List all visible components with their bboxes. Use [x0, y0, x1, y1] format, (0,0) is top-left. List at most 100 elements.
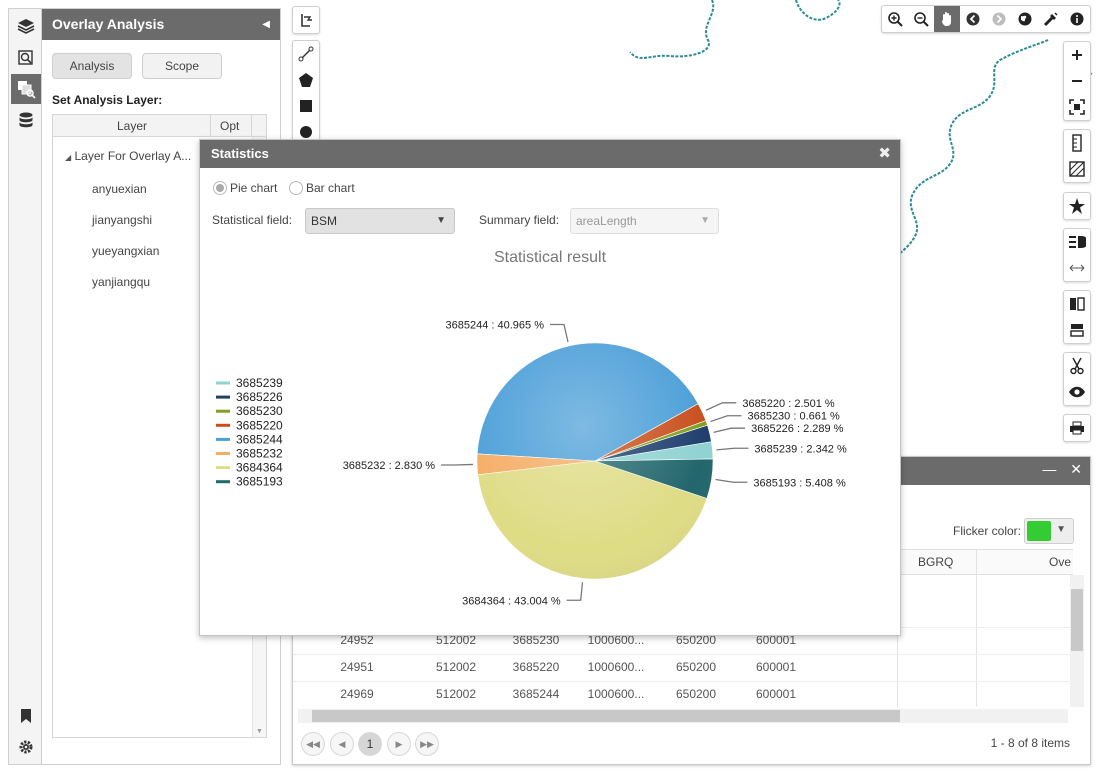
- zoom-in-icon[interactable]: [882, 6, 908, 32]
- tree-root-label: Layer For Overlay A...: [74, 149, 192, 163]
- favorite-icon[interactable]: [1064, 193, 1090, 219]
- pie-chart: 3685239 : 2.342 %3685226 : 2.289 %368523…: [216, 319, 847, 607]
- flicker-color-select[interactable]: ▼: [1024, 518, 1074, 544]
- horizontal-scrollbar[interactable]: [298, 709, 1068, 723]
- area-icon[interactable]: [1064, 156, 1090, 182]
- zoom-out-icon[interactable]: [908, 6, 934, 32]
- draw-line-icon[interactable]: [293, 41, 319, 67]
- river-line: [897, 39, 1049, 257]
- legend-entry[interactable]: 3685226: [236, 390, 283, 404]
- ruler-icon[interactable]: [1064, 130, 1090, 156]
- measure-icon[interactable]: [1038, 6, 1064, 32]
- next-page-icon[interactable]: ▶: [387, 732, 411, 756]
- scroll-down-arrow-icon[interactable]: ▼: [256, 728, 263, 735]
- first-page-icon[interactable]: ◀◀: [301, 732, 325, 756]
- table-cell: 24969: [340, 687, 374, 701]
- legend-entry[interactable]: 3685193: [236, 475, 283, 489]
- plus-icon[interactable]: [1064, 42, 1090, 68]
- left-icon-rail: [8, 8, 42, 765]
- table-cell: 3685244: [512, 687, 560, 701]
- leader-line: [550, 323, 569, 343]
- table-cell: 1000600...: [587, 660, 645, 674]
- compare-toolbar: [1063, 290, 1091, 344]
- pan-hand-icon[interactable]: [934, 6, 960, 32]
- river-line: [795, 0, 841, 21]
- horizontal-scroll-thumb[interactable]: [312, 710, 900, 722]
- column-header-ove[interactable]: Ove: [1049, 549, 1071, 575]
- legend-entry[interactable]: 3685230: [236, 404, 283, 418]
- table-cell: 650200: [675, 687, 717, 701]
- tree-item[interactable]: jianyangshi: [92, 213, 152, 227]
- table-cell: 600001: [755, 660, 797, 674]
- split-icon[interactable]: [1064, 291, 1090, 317]
- draw-select-toolbar: [292, 6, 320, 34]
- tab-scope[interactable]: Scope: [142, 53, 222, 79]
- grid-header-layer[interactable]: Layer: [117, 119, 147, 133]
- pager-info: 1 - 8 of 8 items: [990, 736, 1070, 750]
- info-icon[interactable]: [1064, 6, 1090, 32]
- tree-item[interactable]: yueyangxian: [92, 244, 159, 258]
- draw-rectangle-icon[interactable]: [293, 93, 319, 119]
- overlay-analysis-icon[interactable]: [11, 74, 41, 104]
- leader-line: [441, 463, 474, 466]
- legend-entry[interactable]: 3685232: [236, 447, 283, 461]
- legend-entry[interactable]: 3685220: [236, 418, 283, 432]
- prev-page-icon[interactable]: ◀: [330, 732, 354, 756]
- panel-title: Overlay Analysis: [52, 16, 165, 32]
- data-label: 3685230 : 0.661 %: [747, 411, 840, 423]
- table-cell: 512002: [435, 660, 477, 674]
- data-label: 3685226 : 2.289 %: [751, 423, 844, 435]
- river-line: [629, 0, 715, 60]
- measure-toolbar: [1063, 129, 1091, 183]
- bookmark-icon[interactable]: [11, 701, 41, 731]
- tree-item[interactable]: anyuexian: [92, 182, 147, 196]
- tree-item[interactable]: yanjiangqu: [92, 275, 150, 289]
- grid-header-opt[interactable]: Opt: [220, 119, 239, 133]
- scissors-icon[interactable]: [1064, 353, 1090, 379]
- tab-analysis[interactable]: Analysis: [52, 53, 132, 79]
- last-page-icon[interactable]: ▶▶: [415, 732, 439, 756]
- collapse-arrow-icon[interactable]: ◀: [262, 9, 270, 40]
- globe-icon[interactable]: [1012, 6, 1038, 32]
- favorite-toolbar: [1063, 192, 1091, 220]
- current-page-button[interactable]: 1: [358, 732, 382, 756]
- close-icon[interactable]: ✕: [1070, 461, 1082, 477]
- table-cell: 512002: [435, 687, 477, 701]
- vertical-scrollbar[interactable]: [1070, 575, 1084, 707]
- grid-divider: [251, 115, 252, 137]
- grid-header: Layer Opt: [53, 115, 266, 137]
- layers-icon[interactable]: [11, 11, 41, 41]
- full-extent-icon[interactable]: [1064, 94, 1090, 120]
- legend-swatch: [216, 395, 230, 399]
- gear-icon[interactable]: [11, 732, 41, 762]
- eye-icon[interactable]: [1064, 379, 1090, 405]
- swipe-icon[interactable]: [1064, 255, 1090, 281]
- statistics-dialog: Statistics ✖ Pie chart Bar chart Statist…: [199, 139, 901, 636]
- database-icon[interactable]: [11, 106, 41, 136]
- search-map-icon[interactable]: [11, 43, 41, 73]
- zoom-toolbar: [1063, 41, 1091, 121]
- data-label: 3685220 : 2.501 %: [742, 398, 835, 410]
- select-pointer-icon[interactable]: [293, 7, 319, 33]
- back-icon[interactable]: [960, 6, 986, 32]
- minus-icon[interactable]: [1064, 68, 1090, 94]
- legend-swatch: [216, 480, 230, 484]
- legend-entry[interactable]: 3684364: [236, 461, 283, 475]
- grid-divider: [210, 115, 211, 137]
- legend-icon[interactable]: [1064, 229, 1090, 255]
- tree-root-node[interactable]: ◢ Layer For Overlay A...: [65, 149, 191, 163]
- printer-icon[interactable]: [1064, 415, 1090, 441]
- legend-swatch: [216, 409, 230, 413]
- draw-polygon-icon[interactable]: [293, 67, 319, 93]
- legend-entry[interactable]: 3685239: [236, 376, 283, 390]
- legend-entry[interactable]: 3685244: [236, 432, 283, 446]
- column-header-bgrq[interactable]: BGRQ: [918, 549, 953, 575]
- legend-swatch: [216, 466, 230, 470]
- expand-triangle-icon[interactable]: ◢: [65, 153, 71, 162]
- forward-icon[interactable]: [986, 6, 1012, 32]
- vertical-scroll-thumb[interactable]: [1071, 589, 1083, 651]
- minimize-icon[interactable]: —: [1042, 461, 1056, 477]
- table-cell: 600001: [755, 687, 797, 701]
- print-layout-icon[interactable]: [1064, 317, 1090, 343]
- window-controls: — ✕: [1042, 461, 1082, 478]
